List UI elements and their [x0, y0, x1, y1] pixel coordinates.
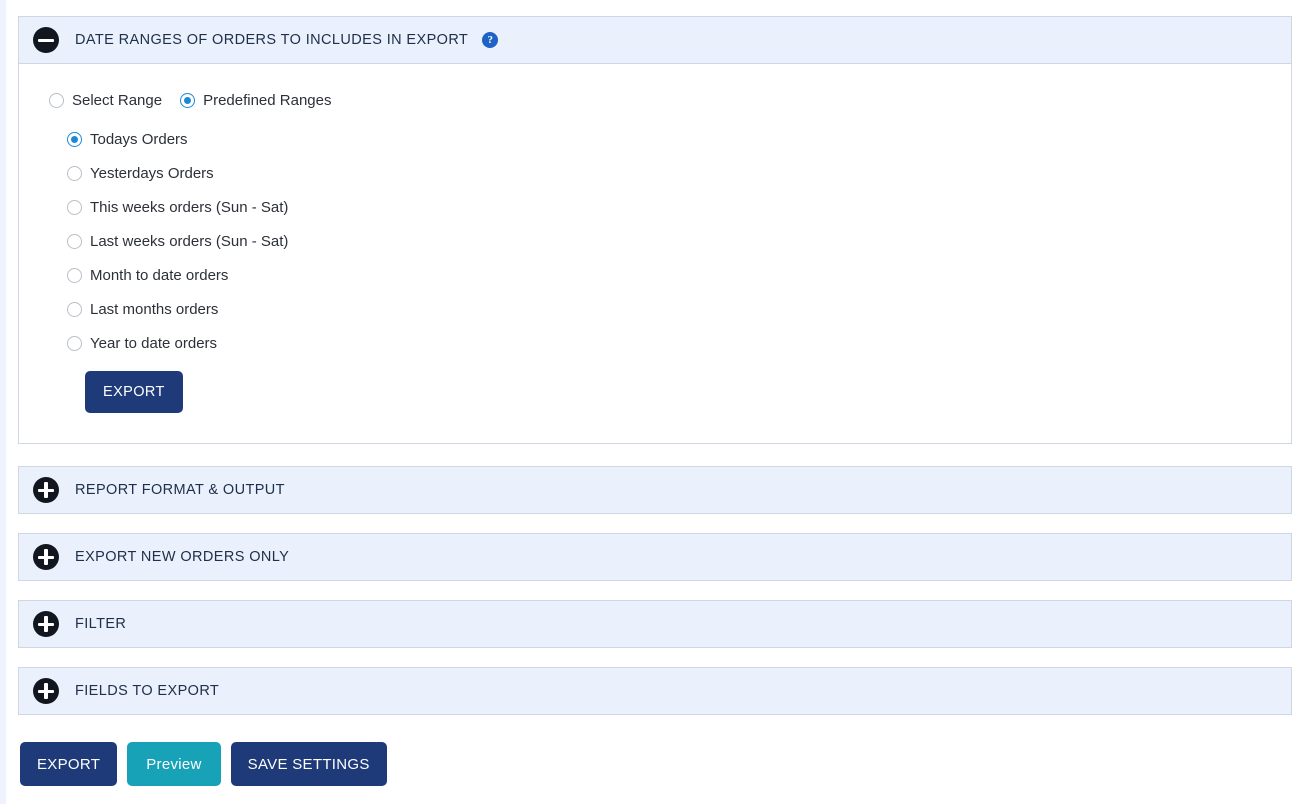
panel-title-filter: FILTER: [75, 616, 127, 632]
panel-export-new-orders: EXPORT NEW ORDERS ONLY: [18, 533, 1292, 581]
radio-label-year-to-date-orders: Year to date orders: [90, 335, 218, 352]
panel-header-date-ranges[interactable]: DATE RANGES OF ORDERS TO INCLUDES IN EXP…: [18, 16, 1292, 64]
radio-indicator-year-to-date-orders[interactable]: [67, 336, 82, 351]
plus-circle-icon[interactable]: [33, 544, 59, 570]
export-settings-page: DATE RANGES OF ORDERS TO INCLUDES IN EXP…: [6, 0, 1292, 804]
panel-date-ranges: DATE RANGES OF ORDERS TO INCLUDES IN EXP…: [18, 16, 1292, 444]
panel-filter: FILTER: [18, 600, 1292, 648]
panel-body-date-ranges: Select Range Predefined Ranges Todays Or…: [18, 64, 1292, 444]
panel-title-fields-to-export: FIELDS TO EXPORT: [75, 683, 220, 699]
panel-report-format: REPORT FORMAT & OUTPUT: [18, 466, 1292, 514]
save-settings-button[interactable]: SAVE SETTINGS: [230, 742, 387, 786]
predefined-ranges-group: Todays Orders Yesterdays Orders This wee…: [67, 131, 1291, 413]
radio-last-months-orders[interactable]: Last months orders: [67, 301, 1291, 318]
panel-spacer: [18, 581, 1292, 600]
plus-circle-icon[interactable]: [33, 477, 59, 503]
radio-indicator-month-to-date-orders[interactable]: [67, 268, 82, 283]
panel-header-export-new-orders[interactable]: EXPORT NEW ORDERS ONLY: [18, 533, 1292, 581]
radio-indicator-select-range[interactable]: [49, 93, 64, 108]
radio-yesterdays-orders[interactable]: Yesterdays Orders: [67, 165, 1291, 182]
panel-spacer: [18, 514, 1292, 533]
radio-indicator-last-months-orders[interactable]: [67, 302, 82, 317]
radio-month-to-date-orders[interactable]: Month to date orders: [67, 267, 1291, 284]
radio-label-last-weeks-orders: Last weeks orders (Sun - Sat): [90, 233, 289, 250]
preview-button[interactable]: Preview: [127, 742, 221, 786]
panel-fields-to-export: FIELDS TO EXPORT: [18, 667, 1292, 715]
range-mode-group: Select Range Predefined Ranges: [49, 92, 1291, 109]
plus-circle-icon[interactable]: [33, 678, 59, 704]
panel-header-filter[interactable]: FILTER: [18, 600, 1292, 648]
panel-title-report-format: REPORT FORMAT & OUTPUT: [75, 482, 285, 498]
radio-label-predefined-ranges: Predefined Ranges: [203, 92, 332, 109]
radio-indicator-todays-orders[interactable]: [67, 132, 82, 147]
radio-label-this-weeks-orders: This weeks orders (Sun - Sat): [90, 199, 289, 216]
radio-indicator-this-weeks-orders[interactable]: [67, 200, 82, 215]
radio-label-last-months-orders: Last months orders: [90, 301, 219, 318]
minus-circle-icon[interactable]: [33, 27, 59, 53]
help-circle-icon[interactable]: ?: [482, 32, 499, 48]
footer-action-bar: EXPORT Preview SAVE SETTINGS: [20, 742, 387, 786]
radio-select-range[interactable]: Select Range: [49, 92, 162, 109]
radio-label-month-to-date-orders: Month to date orders: [90, 267, 229, 284]
radio-year-to-date-orders[interactable]: Year to date orders: [67, 335, 1291, 352]
radio-indicator-last-weeks-orders[interactable]: [67, 234, 82, 249]
panel-header-report-format[interactable]: REPORT FORMAT & OUTPUT: [18, 466, 1292, 514]
radio-this-weeks-orders[interactable]: This weeks orders (Sun - Sat): [67, 199, 1291, 216]
panel-spacer: [18, 444, 1292, 466]
radio-todays-orders[interactable]: Todays Orders: [67, 131, 1291, 148]
radio-indicator-yesterdays-orders[interactable]: [67, 166, 82, 181]
export-button-date-ranges[interactable]: EXPORT: [85, 371, 183, 413]
radio-indicator-predefined-ranges[interactable]: [180, 93, 196, 108]
panel-title-date-ranges: DATE RANGES OF ORDERS TO INCLUDES IN EXP…: [75, 32, 469, 48]
radio-label-select-range: Select Range: [72, 92, 163, 109]
panel-title-export-new-orders: EXPORT NEW ORDERS ONLY: [75, 549, 290, 565]
panel-header-fields-to-export[interactable]: FIELDS TO EXPORT: [18, 667, 1292, 715]
radio-last-weeks-orders[interactable]: Last weeks orders (Sun - Sat): [67, 233, 1291, 250]
plus-circle-icon[interactable]: [33, 611, 59, 637]
export-button[interactable]: EXPORT: [20, 742, 118, 786]
radio-label-todays-orders: Todays Orders: [90, 131, 188, 148]
radio-label-yesterdays-orders: Yesterdays Orders: [90, 165, 214, 182]
export-settings-accordion: DATE RANGES OF ORDERS TO INCLUDES IN EXP…: [18, 16, 1292, 715]
panel-spacer: [18, 648, 1292, 667]
radio-predefined-ranges[interactable]: Predefined Ranges: [180, 92, 332, 109]
